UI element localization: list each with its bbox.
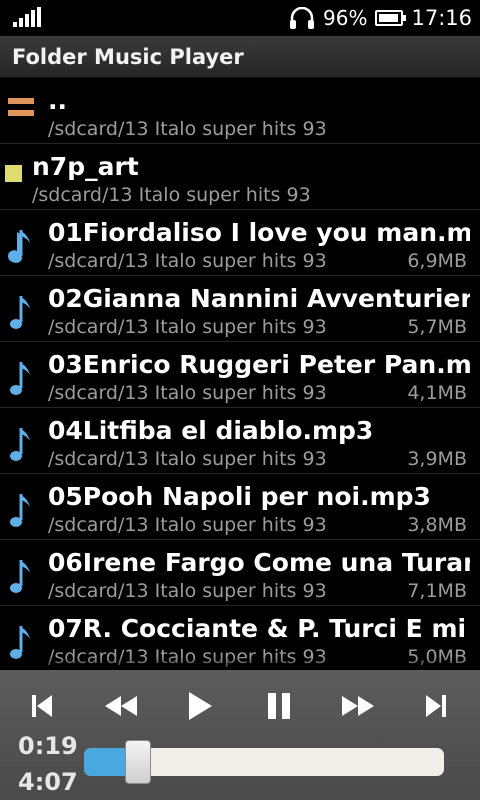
player-panel: 0:19 4:07 <box>0 670 480 800</box>
item-name: .. <box>48 86 67 115</box>
item-name: 03Enrico Ruggeri Peter Pan.mp3 <box>48 350 470 379</box>
music-note-icon <box>10 428 30 461</box>
list-item-track[interactable]: 05Pooh Napoli per noi.mp3 /sdcard/13 Ita… <box>0 474 480 540</box>
item-path: /sdcard/13 Italo super hits 93 <box>32 184 311 206</box>
item-name: 01Fiordaliso I love you man.mp3 <box>48 218 470 247</box>
status-bar: 96% 17:16 <box>0 0 480 36</box>
item-path: /sdcard/13 Italo super hits 93 <box>48 250 327 272</box>
list-item-parent[interactable]: .. /sdcard/13 Italo super hits 93 <box>0 78 480 144</box>
play-button[interactable] <box>170 678 230 734</box>
rewind-button[interactable] <box>91 678 151 734</box>
parent-folder-icon <box>8 98 34 116</box>
item-path: /sdcard/13 Italo super hits 93 <box>48 316 327 338</box>
skip-previous-button[interactable] <box>12 678 72 734</box>
file-list[interactable]: .. /sdcard/13 Italo super hits 93 n7p_ar… <box>0 78 480 670</box>
battery-icon <box>375 10 407 26</box>
music-note-icon <box>10 362 30 395</box>
item-size: 4,1MB <box>407 382 467 404</box>
item-name: n7p_art <box>32 152 139 181</box>
music-note-icon <box>10 560 30 593</box>
status-right: 96% 17:16 <box>289 0 472 36</box>
playback-controls <box>0 678 480 734</box>
skip-next-button[interactable] <box>406 678 466 734</box>
skip-previous-icon <box>32 695 52 717</box>
battery-percent: 96% <box>323 6 368 30</box>
item-path: /sdcard/13 Italo super hits 93 <box>48 514 327 536</box>
item-path: /sdcard/13 Italo super hits 93 <box>48 118 327 140</box>
elapsed-time: 0:19 <box>18 732 78 760</box>
fast-forward-button[interactable] <box>328 678 388 734</box>
item-path: /sdcard/13 Italo super hits 93 <box>48 382 327 404</box>
seek-bar[interactable] <box>84 740 444 784</box>
pause-icon <box>268 693 290 719</box>
item-size: 6,9MB <box>407 250 467 272</box>
clock: 17:16 <box>411 6 472 30</box>
rewind-icon <box>105 696 137 716</box>
list-item-track[interactable]: 06Irene Fargo Come una Turand… /sdcard/1… <box>0 540 480 606</box>
item-path: /sdcard/13 Italo super hits 93 <box>48 448 327 470</box>
skip-next-icon <box>426 695 446 717</box>
item-size: 3,9MB <box>407 448 467 470</box>
item-name: 02Gianna Nannini Avventuriera.… <box>48 284 470 313</box>
item-path: /sdcard/13 Italo super hits 93 <box>48 580 327 602</box>
list-item-track[interactable]: 04Litfiba el diablo.mp3 /sdcard/13 Italo… <box>0 408 480 474</box>
music-note-icon <box>10 296 30 329</box>
item-name: 06Irene Fargo Come una Turand… <box>48 548 470 577</box>
signal-bars-icon <box>13 7 41 27</box>
list-item-folder[interactable]: n7p_art /sdcard/13 Italo super hits 93 <box>0 144 480 210</box>
item-size: 3,8MB <box>407 514 467 536</box>
headphones-icon <box>290 7 315 29</box>
list-item-track[interactable]: 01Fiordaliso I love you man.mp3 /sdcard/… <box>0 210 480 276</box>
list-item-track[interactable]: 02Gianna Nannini Avventuriera.… /sdcard/… <box>0 276 480 342</box>
item-size: 7,1MB <box>407 580 467 602</box>
item-name: 04Litfiba el diablo.mp3 <box>48 416 374 445</box>
battery-fill <box>379 14 399 22</box>
item-name: 05Pooh Napoli per noi.mp3 <box>48 482 431 511</box>
list-item-track[interactable]: 03Enrico Ruggeri Peter Pan.mp3 /sdcard/1… <box>0 342 480 408</box>
music-note-icon <box>8 230 30 263</box>
list-fade <box>0 656 480 670</box>
folder-icon <box>5 165 22 182</box>
total-time: 4:07 <box>18 768 78 796</box>
app-title: Folder Music Player <box>12 44 244 69</box>
seek-thumb[interactable] <box>124 740 151 784</box>
music-note-icon <box>10 494 30 527</box>
item-name: 07R. Cocciante & P. Turci E mi ar… <box>48 614 470 643</box>
item-size: 5,7MB <box>407 316 467 338</box>
pause-button[interactable] <box>249 678 309 734</box>
fast-forward-icon <box>342 696 374 716</box>
play-icon <box>189 692 212 720</box>
title-bar: Folder Music Player <box>0 36 480 78</box>
